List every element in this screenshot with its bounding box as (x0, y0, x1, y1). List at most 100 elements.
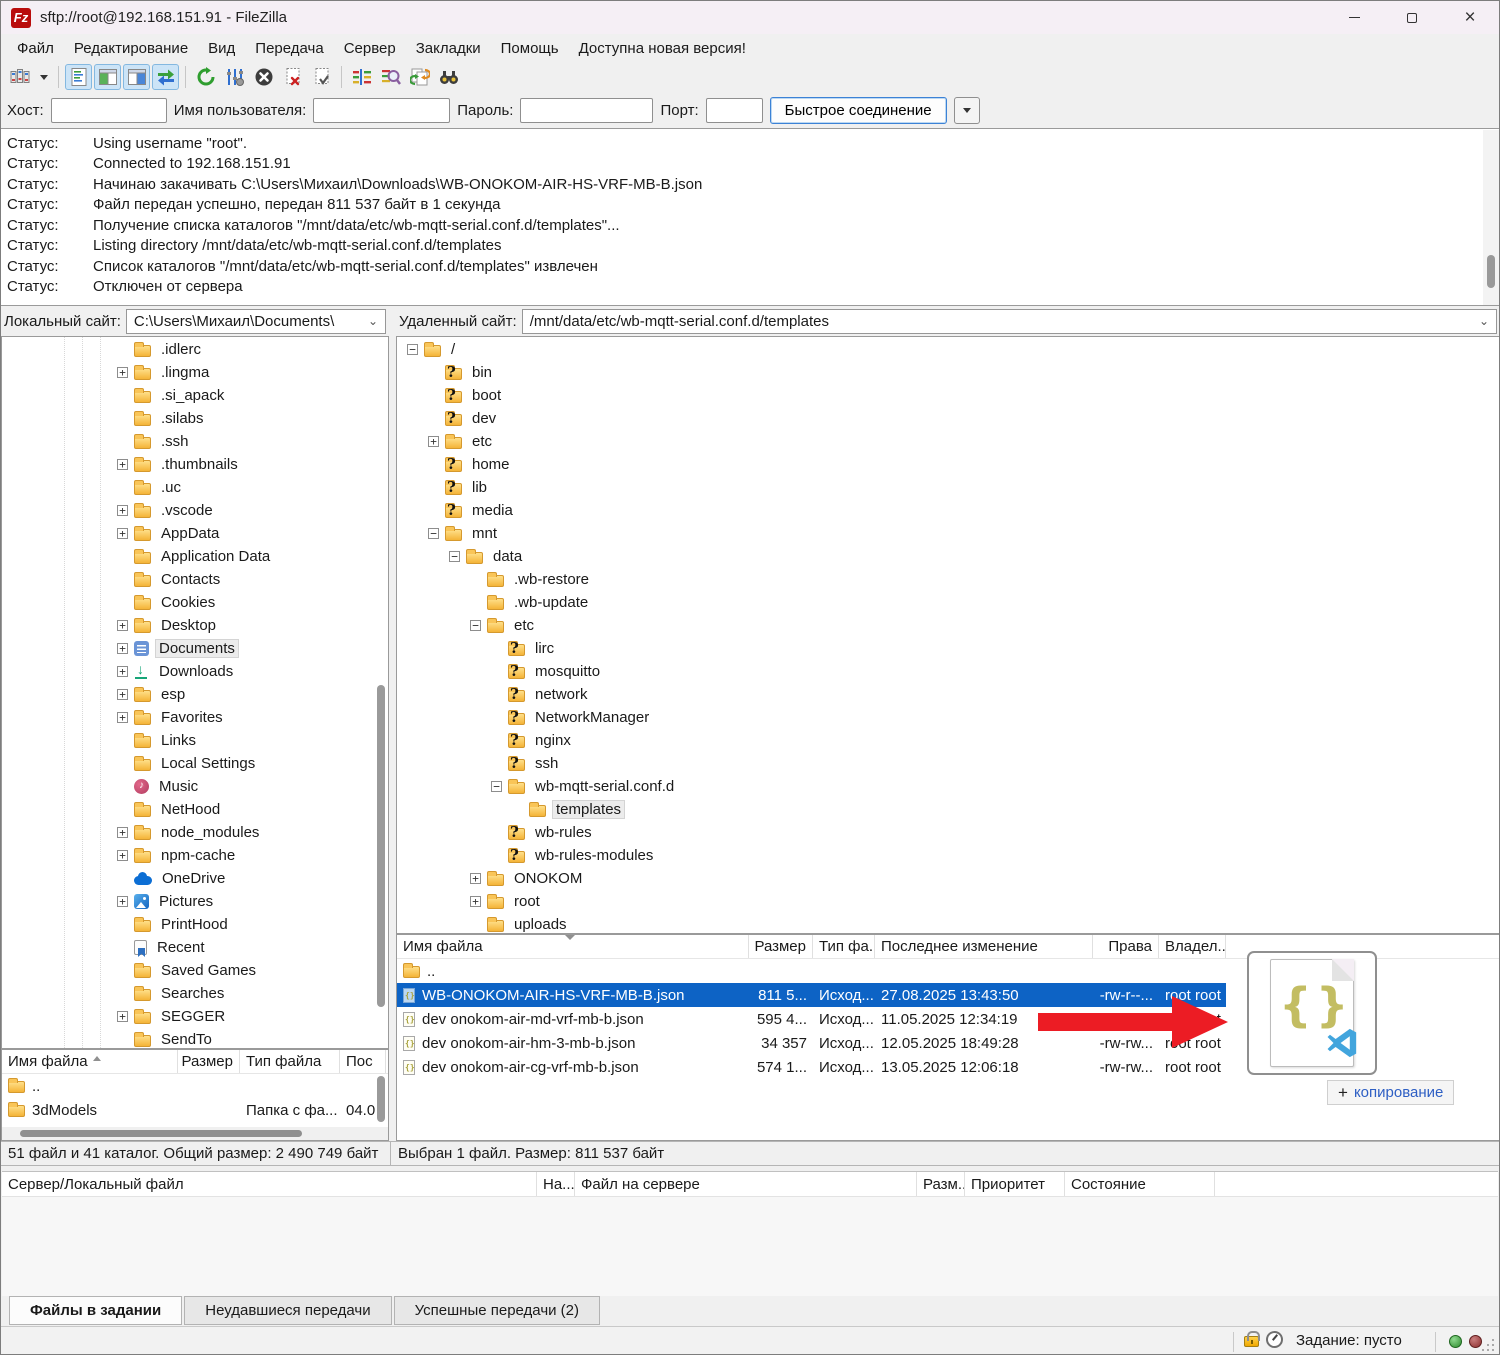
tree-item[interactable]: .idlerc (2, 338, 388, 361)
tree-item[interactable]: − wb-mqtt-serial.conf.d (397, 775, 1499, 798)
tree-item[interactable]: + Documents (2, 637, 388, 660)
tree-item[interactable]: Saved Games (2, 959, 388, 982)
expand-toggle-icon[interactable]: + (428, 436, 439, 447)
refresh-button[interactable] (192, 64, 219, 90)
column-header-filename[interactable]: Имя файла (2, 1050, 178, 1073)
close-button[interactable]: × (1441, 1, 1499, 34)
tree-item[interactable]: + AppData (2, 522, 388, 545)
expand-toggle-icon[interactable]: + (117, 666, 128, 677)
menu-item[interactable]: Вид (198, 37, 245, 60)
tree-item[interactable]: Contacts (2, 568, 388, 591)
tree-item[interactable]: + Pictures (2, 890, 388, 913)
disconnect-button[interactable] (279, 64, 306, 90)
local-list-scrollbar-thumb[interactable] (377, 1076, 385, 1122)
tree-item[interactable]: .silabs (2, 407, 388, 430)
column-header-filetype[interactable]: Тип фа... (813, 935, 875, 958)
tree-item[interactable]: lib (397, 476, 1499, 499)
menu-item[interactable]: Помощь (491, 37, 569, 60)
expand-toggle-icon[interactable]: − (428, 528, 439, 539)
site-manager-button[interactable] (6, 64, 33, 90)
tree-item[interactable]: mosquitto (397, 660, 1499, 683)
expand-toggle-icon[interactable]: + (470, 873, 481, 884)
local-list-hscrollbar[interactable] (2, 1127, 388, 1140)
column-header-modified[interactable]: Последнее изменение (875, 935, 1093, 958)
tree-item[interactable]: OneDrive (2, 867, 388, 890)
column-header-filetype[interactable]: Тип файла (240, 1050, 340, 1073)
username-input[interactable] (313, 98, 450, 123)
expand-toggle-icon[interactable]: + (117, 896, 128, 907)
expand-toggle-icon[interactable]: + (117, 505, 128, 516)
column-header-modified[interactable]: Пос (340, 1050, 386, 1073)
tree-item[interactable]: + node_modules (2, 821, 388, 844)
tree-item[interactable]: network (397, 683, 1499, 706)
reconnect-button[interactable] (308, 64, 335, 90)
column-header-permissions[interactable]: Права (1093, 935, 1159, 958)
maximize-button[interactable] (1383, 1, 1441, 34)
tree-item[interactable]: + root (397, 890, 1499, 913)
column-header-server-local-file[interactable]: Сервер/Локальный файл (2, 1172, 537, 1196)
directory-filters-button[interactable] (348, 64, 375, 90)
menu-item[interactable]: Сервер (334, 37, 406, 60)
queue-tab[interactable]: Неудавшиеся передачи (184, 1296, 391, 1325)
expand-toggle-icon[interactable]: + (117, 528, 128, 539)
tree-item[interactable]: wb-rules (397, 821, 1499, 844)
tree-item[interactable]: + Downloads (2, 660, 388, 683)
password-input[interactable] (520, 98, 653, 123)
expand-toggle-icon[interactable]: + (117, 850, 128, 861)
local-list-hscrollbar-thumb[interactable] (20, 1130, 302, 1137)
file-row[interactable]: .. (397, 959, 1226, 983)
tree-item[interactable]: Music (2, 775, 388, 798)
tree-item[interactable]: boot (397, 384, 1499, 407)
file-row[interactable]: dev onokom-air-md-vrf-mb-b.json 595 4...… (397, 1007, 1226, 1031)
expand-toggle-icon[interactable]: + (117, 367, 128, 378)
tree-item[interactable]: media (397, 499, 1499, 522)
log-scrollbar[interactable] (1483, 130, 1499, 305)
minimize-button[interactable] (1325, 1, 1383, 34)
tree-item[interactable]: − mnt (397, 522, 1499, 545)
menu-item[interactable]: Закладки (406, 37, 491, 60)
tree-item[interactable]: .si_apack (2, 384, 388, 407)
tree-item[interactable]: + .thumbnails (2, 453, 388, 476)
tree-item[interactable]: lirc (397, 637, 1499, 660)
tree-item[interactable]: wb-rules-modules (397, 844, 1499, 867)
tree-item[interactable]: home (397, 453, 1499, 476)
cancel-button[interactable] (250, 64, 277, 90)
menu-item[interactable]: Передача (245, 37, 333, 60)
expand-toggle-icon[interactable]: + (117, 459, 128, 470)
expand-toggle-icon[interactable]: + (117, 689, 128, 700)
tree-item[interactable]: + npm-cache (2, 844, 388, 867)
tree-item[interactable]: − etc (397, 614, 1499, 637)
file-row[interactable]: dev onokom-air-cg-vrf-mb-b.json 574 1...… (397, 1055, 1226, 1079)
tree-item[interactable]: .uc (2, 476, 388, 499)
expand-toggle-icon[interactable]: + (117, 643, 128, 654)
file-row[interactable]: .. (2, 1074, 388, 1098)
menu-item[interactable]: Редактирование (64, 37, 198, 60)
expand-toggle-icon[interactable]: + (117, 620, 128, 631)
tree-item[interactable]: Recent (2, 936, 388, 959)
queue-tab[interactable]: Успешные передачи (2) (394, 1296, 600, 1325)
expand-toggle-icon[interactable]: − (449, 551, 460, 562)
synchronized-browsing-button[interactable] (406, 64, 433, 90)
resize-grip[interactable] (1492, 1349, 1494, 1351)
expand-toggle-icon[interactable]: + (470, 896, 481, 907)
tree-item[interactable]: + SEGGER (2, 1005, 388, 1028)
log-scrollbar-thumb[interactable] (1487, 255, 1495, 288)
tree-item[interactable]: + Favorites (2, 706, 388, 729)
tree-item[interactable]: SendTo (2, 1028, 388, 1049)
file-row[interactable]: 3dModels Папка с фа... 04.0 (2, 1098, 388, 1122)
tree-item[interactable]: + esp (2, 683, 388, 706)
toggle-message-log-button[interactable] (65, 64, 92, 90)
toggle-transfer-queue-button[interactable] (152, 64, 179, 90)
expand-toggle-icon[interactable]: + (117, 1011, 128, 1022)
expand-toggle-icon[interactable]: + (117, 712, 128, 723)
site-manager-dropdown-button[interactable] (35, 64, 52, 90)
tree-item[interactable]: + etc (397, 430, 1499, 453)
column-header-direction[interactable]: На... (537, 1172, 575, 1196)
tree-item[interactable]: ssh (397, 752, 1499, 775)
tree-item[interactable]: bin (397, 361, 1499, 384)
tree-item[interactable]: − / (397, 338, 1499, 361)
process-queue-button[interactable] (221, 64, 248, 90)
tree-item[interactable]: NetworkManager (397, 706, 1499, 729)
tree-item[interactable]: + Desktop (2, 614, 388, 637)
quickconnect-button[interactable]: Быстрое соединение (770, 97, 947, 124)
